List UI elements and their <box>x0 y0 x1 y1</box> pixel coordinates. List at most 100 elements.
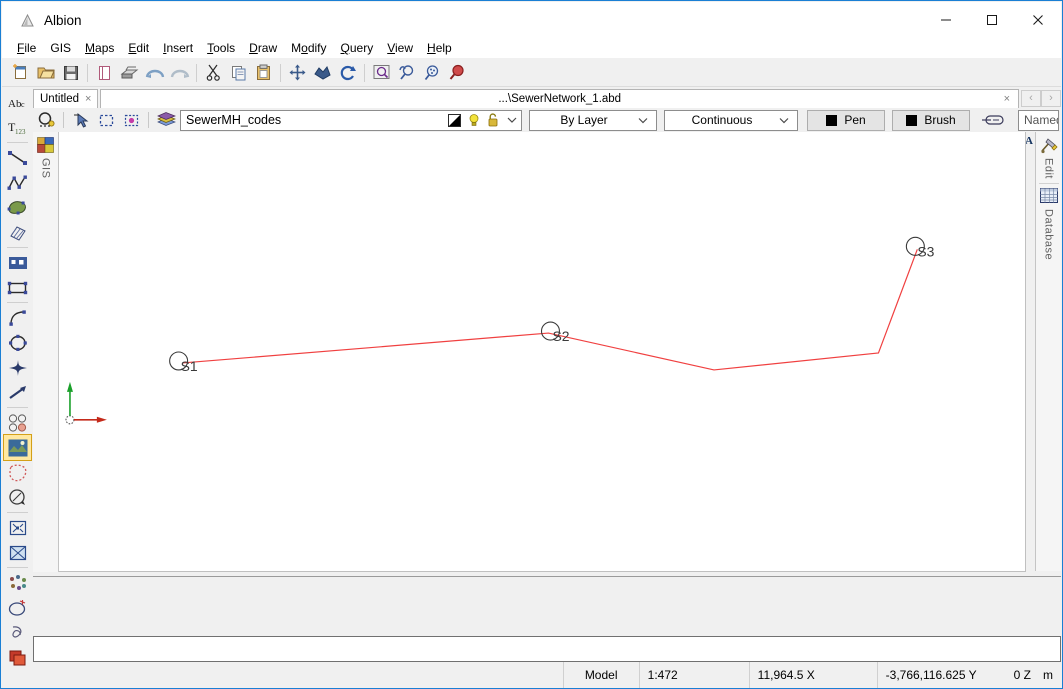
line-tool[interactable] <box>4 145 31 170</box>
layer-stack-icon[interactable] <box>155 110 177 131</box>
save-icon[interactable] <box>58 61 83 85</box>
close-button[interactable] <box>1015 2 1061 38</box>
sewer-polyline[interactable] <box>182 249 918 371</box>
gis-dock-strip: GIS <box>33 132 59 572</box>
close-icon[interactable]: × <box>85 93 91 105</box>
menu-draw[interactable]: Draw <box>242 39 284 57</box>
menu-gis[interactable]: GIS <box>43 39 78 57</box>
svg-text:c: c <box>21 100 25 109</box>
select-window-icon[interactable] <box>95 110 117 131</box>
cut-scissors-icon[interactable] <box>201 61 226 85</box>
transform-frame-tool[interactable] <box>4 540 31 565</box>
circle-nodes-tool[interactable] <box>4 330 31 355</box>
copy-icon[interactable] <box>226 61 251 85</box>
arc-tool[interactable] <box>4 305 31 330</box>
command-history-panel[interactable] <box>33 576 1061 636</box>
text-abc-tool[interactable]: Ab c <box>4 90 31 115</box>
maximize-button[interactable] <box>969 2 1015 38</box>
pen-color-swatch[interactable] <box>826 114 838 126</box>
named-styles-box[interactable]: Named S <box>1018 109 1059 131</box>
tab-sewernetwork[interactable]: ...\SewerNetwork_1.abd × <box>100 89 1019 108</box>
tab-scroll-left-icon[interactable]: ‹ <box>1021 89 1041 107</box>
chevron-down-icon[interactable] <box>779 117 797 124</box>
hatch-tool[interactable] <box>4 220 31 245</box>
drawing-canvas[interactable]: S1 S2 S3 <box>59 132 1026 572</box>
menu-insert[interactable]: Insert <box>156 39 200 57</box>
select-similar-icon[interactable] <box>120 110 142 131</box>
layer-color-fill-icon[interactable] <box>445 113 464 127</box>
gis-map-icon[interactable] <box>35 135 57 155</box>
stack-order-tool[interactable] <box>4 645 31 670</box>
text-numbered-tool[interactable]: T 123 <box>4 115 31 140</box>
arrow-leader-tool[interactable] <box>4 380 31 405</box>
menu-help[interactable]: Help <box>420 39 459 57</box>
multi-node-tool[interactable] <box>4 410 31 435</box>
edit-dock-label[interactable]: Edit <box>1043 158 1055 179</box>
rotate-tool[interactable] <box>4 485 31 510</box>
status-coord-x: 11,964.5 X <box>748 662 877 688</box>
raster-image-tool[interactable] <box>3 434 32 461</box>
zoom-all-icon[interactable] <box>419 61 444 85</box>
brush-color-swatch[interactable] <box>906 114 918 126</box>
status-units[interactable]: m <box>1039 662 1061 688</box>
ellipse-edit-tool[interactable] <box>4 595 31 620</box>
pick-style-icon[interactable] <box>977 110 1011 131</box>
polyline-tool[interactable] <box>4 170 31 195</box>
page-setup-icon[interactable] <box>92 61 117 85</box>
redo-icon[interactable] <box>167 61 192 85</box>
print-icon[interactable] <box>117 61 142 85</box>
scatter-symbols-tool[interactable] <box>4 570 31 595</box>
menu-maps[interactable]: Maps <box>78 39 121 57</box>
tab-label: Untitled <box>40 93 79 105</box>
rectangle-tool[interactable] <box>4 275 31 300</box>
menu-view[interactable]: View <box>380 39 420 57</box>
menu-edit[interactable]: Edit <box>121 39 156 57</box>
minimize-button[interactable] <box>923 2 969 38</box>
status-model[interactable]: Model <box>562 662 639 688</box>
refresh-icon[interactable] <box>335 61 360 85</box>
select-pointer-icon[interactable] <box>70 110 92 131</box>
layer-manager-icon[interactable] <box>35 110 57 131</box>
node-link-tool[interactable] <box>4 620 31 645</box>
chevron-down-icon[interactable] <box>638 117 656 124</box>
toolbar-separator <box>87 63 88 82</box>
linestyle-combo[interactable]: By Layer <box>529 109 657 131</box>
zoom-previous-icon[interactable] <box>394 61 419 85</box>
database-dock-label[interactable]: Database <box>1043 209 1055 260</box>
pan-move-icon[interactable] <box>285 61 310 85</box>
tab-untitled[interactable]: Untitled × <box>33 89 99 108</box>
database-grid-icon[interactable] <box>1038 186 1060 206</box>
padlock-unlocked-icon[interactable] <box>483 113 502 127</box>
command-input[interactable] <box>34 637 1060 661</box>
chevron-down-icon[interactable] <box>502 116 521 124</box>
command-input-wrap[interactable] <box>33 636 1061 662</box>
scale-frame-tool[interactable] <box>4 515 31 540</box>
palette-separator <box>7 142 28 143</box>
paste-clipboard-icon[interactable] <box>251 61 276 85</box>
new-document-icon[interactable] <box>8 61 33 85</box>
zoom-selection-icon[interactable] <box>444 61 469 85</box>
tab-scroll-right-icon[interactable]: › <box>1041 89 1061 107</box>
zoom-extents-icon[interactable] <box>310 61 335 85</box>
menu-file[interactable]: File <box>10 39 43 57</box>
undo-icon[interactable] <box>142 61 167 85</box>
polygon-fill-tool[interactable] <box>4 195 31 220</box>
brush-button[interactable]: Brush <box>892 109 970 131</box>
open-folder-icon[interactable] <box>33 61 58 85</box>
edit-tools-hammer-icon[interactable] <box>1038 135 1060 155</box>
two-point-rect-tool[interactable] <box>4 250 31 275</box>
pen-button[interactable]: Pen <box>807 109 885 131</box>
active-layer-box[interactable]: SewerMH_codes <box>180 109 522 131</box>
marquee-select-tool[interactable] <box>4 460 31 485</box>
gis-dock-label[interactable]: GIS <box>40 158 52 178</box>
linetype-combo[interactable]: Continuous <box>664 109 798 131</box>
lightbulb-visible-icon[interactable] <box>464 113 483 127</box>
menu-query[interactable]: Query <box>334 39 381 57</box>
manhole-label: S1 <box>181 358 198 374</box>
menu-tools[interactable]: Tools <box>200 39 242 57</box>
zoom-window-icon[interactable] <box>369 61 394 85</box>
menu-modify[interactable]: Modify <box>284 39 333 57</box>
status-scale[interactable]: 1:472 <box>638 662 749 688</box>
point-star-tool[interactable] <box>4 355 31 380</box>
close-icon[interactable]: × <box>1004 93 1010 105</box>
